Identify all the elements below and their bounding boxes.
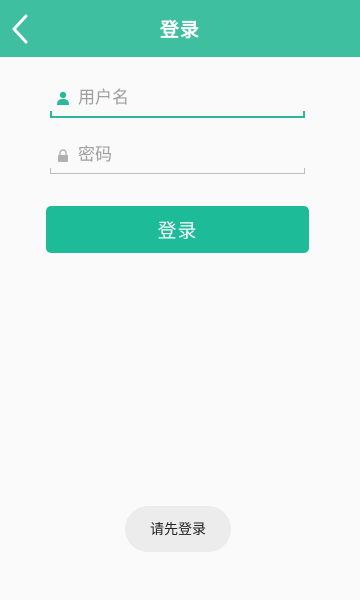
chevron-left-icon <box>12 14 28 44</box>
password-input[interactable] <box>78 145 278 165</box>
password-field[interactable] <box>50 137 305 174</box>
login-screen: 登录 登录 请先登录 <box>0 0 360 600</box>
user-icon <box>55 90 71 106</box>
toast-message: 请先登录 <box>125 506 231 552</box>
page-title: 登录 <box>159 19 200 41</box>
username-input[interactable] <box>78 88 278 108</box>
app-header: 登录 <box>0 0 360 57</box>
back-button[interactable] <box>4 9 36 49</box>
username-field[interactable] <box>50 80 305 118</box>
login-button[interactable]: 登录 <box>46 206 309 253</box>
lock-icon <box>55 147 71 163</box>
